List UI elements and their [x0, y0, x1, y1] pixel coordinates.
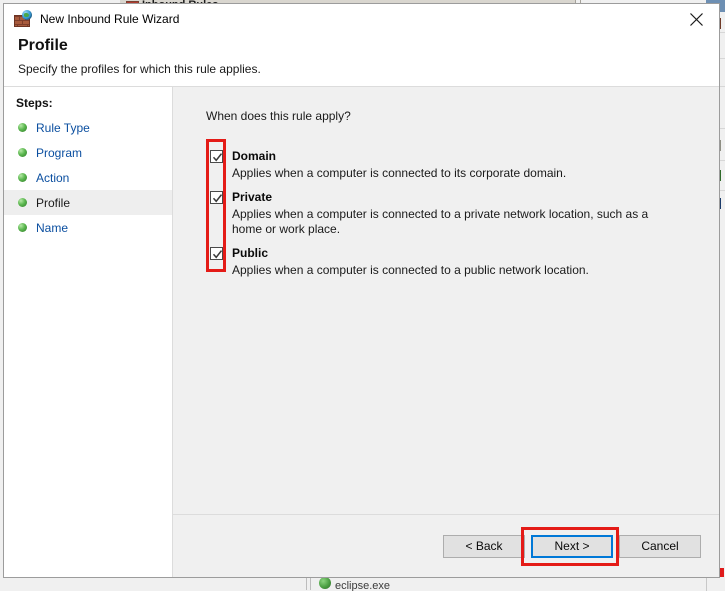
sidebar-item-name[interactable]: Name	[4, 215, 172, 240]
step-bullet-icon	[18, 123, 27, 132]
step-bullet-icon	[18, 173, 27, 182]
firewall-globe-icon	[14, 10, 32, 28]
sidebar-item-action[interactable]: Action	[4, 165, 172, 190]
new-inbound-rule-wizard-dialog: New Inbound Rule Wizard Profile Specify …	[3, 3, 720, 578]
private-checkbox[interactable]	[210, 191, 223, 204]
profile-description: Applies when a computer is connected to …	[232, 263, 589, 277]
step-bullet-icon	[18, 198, 27, 207]
profile-option-domain: Domain Applies when a computer is connec…	[206, 149, 719, 181]
rule-name-label: eclipse.exe	[335, 579, 391, 591]
page-subtitle: Specify the profiles for which this rule…	[18, 62, 261, 76]
dialog-body: Steps: Rule Type Program Action Profile …	[4, 87, 719, 577]
sidebar-item-program[interactable]: Program	[4, 140, 172, 165]
profile-option-public: Public Applies when a computer is connec…	[206, 246, 719, 278]
close-icon[interactable]	[674, 4, 719, 34]
sidebar-item-profile[interactable]: Profile	[4, 190, 172, 215]
steps-sidebar: Steps: Rule Type Program Action Profile …	[4, 87, 173, 577]
profile-options-group: When does this rule apply? Domain Applie…	[173, 87, 719, 514]
step-label: Program	[36, 145, 83, 160]
sidebar-item-rule-type[interactable]: Rule Type	[4, 115, 172, 140]
domain-checkbox[interactable]	[210, 150, 223, 163]
public-checkbox[interactable]	[210, 247, 223, 260]
content-panel: When does this rule apply? Domain Applie…	[173, 87, 719, 577]
profile-description: Applies when a computer is connected to …	[232, 207, 649, 236]
step-label: Profile	[36, 195, 71, 210]
steps-heading: Steps:	[16, 96, 53, 110]
profile-description: Applies when a computer is connected to …	[232, 166, 567, 180]
step-label: Name	[36, 220, 69, 235]
profile-option-private: Private Applies when a computer is conne…	[206, 190, 719, 237]
dialog-title: New Inbound Rule Wizard	[40, 12, 180, 26]
next-button[interactable]: Next >	[531, 534, 613, 558]
profile-name: Public	[232, 246, 269, 260]
back-button[interactable]: < Back	[443, 534, 525, 558]
dialog-titlebar: New Inbound Rule Wizard	[4, 4, 719, 34]
dialog-header: Profile Specify the profiles for which t…	[4, 34, 719, 87]
step-bullet-icon	[18, 223, 27, 232]
step-label: Action	[36, 170, 70, 185]
profile-name: Private	[232, 190, 273, 204]
step-bullet-icon	[18, 148, 27, 157]
allowed-rule-icon	[319, 576, 331, 589]
dialog-footer: < Back Next > Cancel	[173, 514, 719, 577]
question-label: When does this rule apply?	[206, 109, 351, 123]
profile-name: Domain	[232, 149, 277, 163]
cancel-button[interactable]: Cancel	[619, 534, 701, 558]
step-label: Rule Type	[36, 120, 90, 135]
page-title: Profile	[18, 37, 68, 54]
